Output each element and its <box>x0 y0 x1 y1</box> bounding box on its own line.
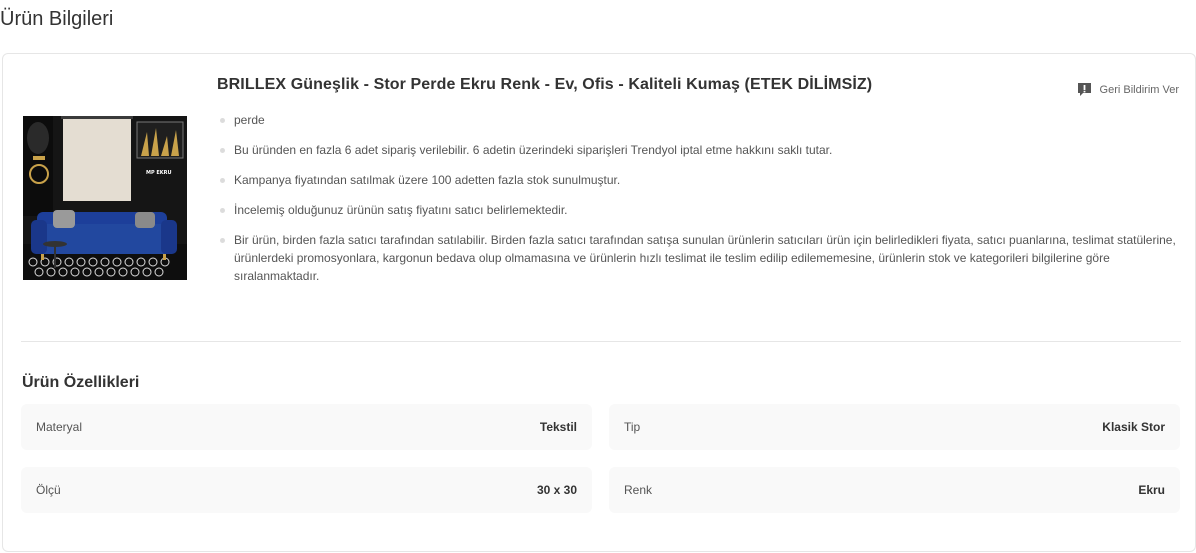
property-key: Tip <box>624 420 641 434</box>
property-value: Ekru <box>1138 483 1165 497</box>
blind-shape <box>63 119 131 201</box>
list-item: İncelemiş olduğunuz ürünün satış fiyatın… <box>217 201 1177 219</box>
product-photo-illustration: MP EKRU <box>23 116 187 280</box>
list-item: Kampanya fiyatından satılmak üzere 100 a… <box>217 171 1177 189</box>
product-image[interactable]: MP EKRU <box>23 116 187 280</box>
feedback-icon <box>1077 82 1092 97</box>
property-row: Renk Ekru <box>609 467 1180 513</box>
feedback-button[interactable]: Geri Bildirim Ver <box>1077 82 1179 97</box>
feedback-label: Geri Bildirim Ver <box>1099 83 1179 96</box>
property-row: Materyal Tekstil <box>21 404 592 450</box>
image-caption: MP EKRU <box>146 170 172 176</box>
product-info-list: perde Bu üründen en fazla 6 adet sipariş… <box>217 111 1177 297</box>
property-value: Klasik Stor <box>1102 420 1165 434</box>
divider <box>21 341 1181 342</box>
property-key: Materyal <box>36 420 83 434</box>
page-title: Ürün Bilgileri <box>0 8 114 30</box>
list-item: Bir ürün, birden fazla satıcı tarafından… <box>217 231 1177 285</box>
list-item: perde <box>217 111 1177 129</box>
property-value: Tekstil <box>539 420 577 434</box>
properties-title: Ürün Özellikleri <box>22 374 140 391</box>
property-key: Renk <box>624 483 653 497</box>
product-info-card: MP EKRU BRILLEX Güneşlik - Stor Perde Ek… <box>2 53 1196 552</box>
property-row: Ölçü 30 x 30 <box>21 467 592 513</box>
property-row: Tip Klasik Stor <box>609 404 1180 450</box>
list-item: Bu üründen en fazla 6 adet sipariş veril… <box>217 141 1177 159</box>
property-key: Ölçü <box>36 483 61 497</box>
property-value: 30 x 30 <box>536 483 577 497</box>
product-title: BRILLEX Güneşlik - Stor Perde Ekru Renk … <box>217 76 873 93</box>
